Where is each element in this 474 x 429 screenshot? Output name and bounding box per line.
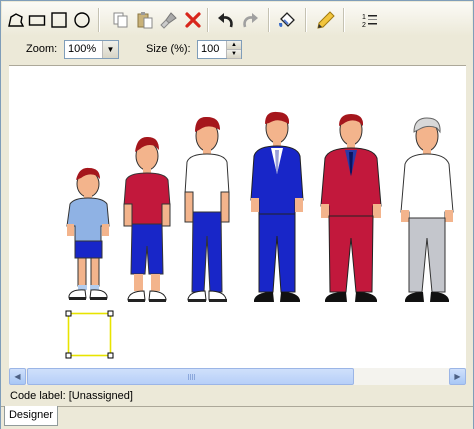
- spin-down-icon[interactable]: ▼: [227, 50, 241, 59]
- design-canvas[interactable]: [9, 65, 466, 368]
- toolbar-separator: [305, 8, 307, 32]
- figure-child-blue-shirt: [66, 167, 110, 300]
- scroll-right-icon[interactable]: ▶: [449, 368, 466, 385]
- scroll-thumb[interactable]: [27, 368, 354, 385]
- redo-button[interactable]: [239, 9, 261, 31]
- selection-rectangle: [65, 310, 114, 359]
- freeform-shape-tool-icon: [8, 13, 25, 27]
- ellipse-tool-icon: [74, 12, 90, 28]
- toolbar-separator: [207, 8, 209, 32]
- paste-icon: [137, 12, 153, 29]
- horizontal-scrollbar[interactable]: ◀ ▶: [9, 368, 466, 385]
- fill-bucket-icon: [279, 12, 295, 27]
- toolbar-separator: [268, 8, 270, 32]
- paste-button[interactable]: [134, 9, 156, 31]
- rectangle-tool-button[interactable]: [26, 9, 48, 31]
- figure-teen-red-shirt: [123, 136, 171, 302]
- rectangle-tool-icon: [28, 15, 46, 26]
- svg-text:2: 2: [362, 22, 366, 29]
- pencil-button[interactable]: [315, 9, 337, 31]
- toolbar-separator: [343, 8, 345, 32]
- scroll-left-icon[interactable]: ◀: [9, 368, 26, 385]
- zoom-value: 100%: [68, 43, 97, 55]
- svg-text:1: 1: [362, 14, 366, 21]
- copy-button[interactable]: [110, 9, 132, 31]
- pencil-icon: [317, 11, 335, 29]
- clear-brush-button[interactable]: [158, 9, 180, 31]
- ellipse-tool-button[interactable]: [71, 9, 93, 31]
- copy-icon: [113, 12, 128, 28]
- zoom-label: Zoom:: [26, 43, 58, 55]
- toolbar-separator: [98, 8, 100, 32]
- size-spinner[interactable]: ▲ ▼: [226, 41, 241, 59]
- size-stepper[interactable]: 100 ▲ ▼: [197, 40, 242, 59]
- image-map-designer-window: 12 Zoom: 100% ▼ Size (%): 100 ▲ ▼ ◀ ▶ Co…: [0, 0, 474, 429]
- toolbar: 12: [2, 2, 472, 36]
- zoom-select[interactable]: 100% ▼: [64, 40, 119, 59]
- clear-brush-icon: [160, 12, 177, 29]
- redo-icon: [243, 13, 258, 28]
- square-tool-icon: [51, 12, 67, 28]
- fill-bucket-button[interactable]: [276, 9, 298, 31]
- size-label: Size (%):: [146, 43, 191, 55]
- code-label-status: Code label: [Unassigned]: [10, 390, 133, 402]
- tab-designer[interactable]: Designer: [4, 406, 58, 426]
- size-value: 100: [201, 43, 220, 55]
- undo-button[interactable]: [215, 9, 237, 31]
- list-order-icon: 12: [362, 14, 377, 29]
- options-bar: Zoom: 100% ▼ Size (%): 100 ▲ ▼: [2, 37, 472, 63]
- people-illustration: [65, 111, 454, 359]
- delete-button[interactable]: [182, 9, 204, 31]
- figure-blue-suit: [250, 111, 304, 302]
- spin-up-icon[interactable]: ▲: [227, 41, 241, 50]
- tab-bar: Designer: [1, 406, 473, 429]
- figure-white-shirt-jeans: [184, 116, 230, 302]
- figure-grey-trousers: [400, 117, 454, 302]
- delete-icon: [185, 12, 201, 28]
- figure-red-suit: [320, 114, 382, 302]
- chevron-down-icon[interactable]: ▼: [102, 41, 118, 58]
- list-order-button[interactable]: 12: [359, 9, 381, 31]
- freeform-shape-tool-button[interactable]: [5, 9, 27, 31]
- square-tool-button[interactable]: [48, 9, 70, 31]
- undo-icon: [218, 13, 233, 28]
